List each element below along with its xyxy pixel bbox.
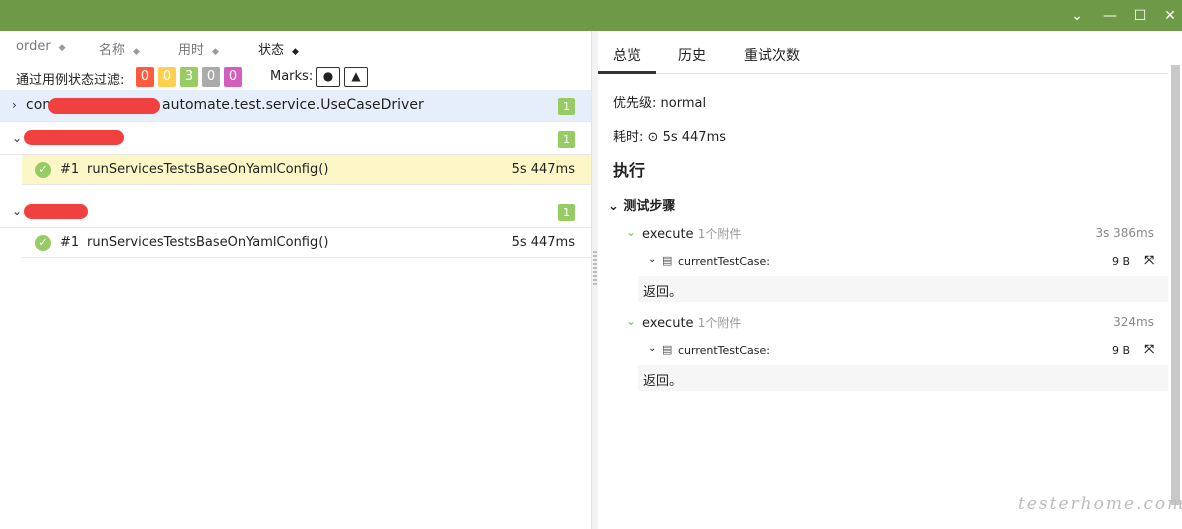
group-name: automate.test.service.UseCaseDriver [162,97,424,113]
count-badge: 1 [558,98,575,115]
filter-failed-chip[interactable]: 0 [136,67,154,87]
maximize-icon[interactable]: ☐ [1129,5,1151,27]
passed-check-icon: ✓ [35,162,51,178]
steps-header[interactable]: ⌄ 测试步骤 [608,195,675,214]
priority-text: 优先级: normal [613,96,707,111]
count-badge: 1 [558,131,575,148]
step-name: execute [642,227,694,242]
filter-unknown-chip[interactable]: 0 [224,67,242,87]
close-icon[interactable]: ✕ [1159,5,1181,27]
test-case-row[interactable]: ✓ #1 runServicesTestsBaseOnYamlConfig() … [22,228,591,258]
sort-order[interactable]: order ◆ [16,39,66,54]
attachment-row[interactable]: ⌄ ▤ currentTestCase: 9 B ⤧ [648,340,1158,362]
test-case-row[interactable]: ✓ #1 runServicesTestsBaseOnYamlConfig() … [22,155,591,185]
step-duration: 324ms [1113,315,1154,329]
chevron-down-icon: ⌄ [608,199,624,214]
splitter-grip-icon[interactable] [593,251,597,285]
chevron-down-icon[interactable]: ⌄ [1066,5,1088,27]
filter-broken-chip[interactable]: 0 [158,67,176,87]
sort-arrows-icon: ◆ [58,43,66,53]
chevron-down-icon: ⌄ [12,131,23,145]
redaction-mark [48,98,160,114]
step-duration: 3s 386ms [1095,226,1154,240]
attachment-size: 9 B [1111,344,1130,357]
expand-icon[interactable]: ⤧ [1144,253,1154,268]
section-title: 执行 [613,161,646,180]
tab-overview[interactable]: 总览 [598,45,656,74]
chevron-down-icon: ⌄ [648,343,657,354]
attachment-count: 1个附件 [697,316,742,330]
marks-label: Marks: [270,69,314,84]
duration-info: 耗时: ⊙ 5s 447ms [613,126,726,145]
expand-icon[interactable]: ⤧ [1144,342,1154,357]
warning-icon[interactable]: ▲ [344,67,368,87]
chevron-right-icon: › [12,98,17,112]
sort-status[interactable]: 状态 ◆ [258,39,299,58]
chevron-down-icon: ⌄ [626,314,637,328]
step-row[interactable]: ⌄ execute 1个附件 324ms [626,312,1158,334]
case-name: runServicesTestsBaseOnYamlConfig() [87,162,329,177]
filter-skipped-chip[interactable]: 0 [202,67,220,87]
attachment-name: currentTestCase: [678,255,770,268]
attachment-count: 1个附件 [697,227,742,241]
case-name: runServicesTestsBaseOnYamlConfig() [87,235,329,250]
attachment-size: 9 B [1111,255,1130,268]
case-duration: 5s 447ms [511,235,575,250]
chevron-down-icon: ⌄ [648,254,657,265]
file-icon: ▤ [662,254,673,267]
sort-arrows-icon: ◆ [212,47,219,57]
minimize-icon[interactable]: — [1099,5,1121,27]
steps-header-label: 测试步骤 [623,199,676,214]
case-duration: 5s 447ms [511,162,575,177]
sort-duration[interactable]: 用时 ◆ [178,39,219,58]
group-row[interactable]: › com automate.test.service.UseCaseDrive… [0,90,591,122]
attachment-content: 返回。 [638,276,1168,302]
sort-label: 状态 [258,43,285,58]
group-row[interactable]: ⌄ 1 [0,196,591,228]
duration-label: 耗时: [613,130,644,145]
sort-label: 名称 [99,43,126,58]
watermark: testerhome.com [1018,494,1182,514]
step-name: execute [642,316,694,331]
file-icon: ▤ [662,343,673,356]
test-tree-panel: order ◆ 名称 ◆ 用时 ◆ 状态 ◆ 通过用例状态过滤: 0 0 3 0 0 M… [0,31,592,529]
flaky-bomb-icon[interactable]: ● [316,67,340,87]
attachment-content: 返回。 [638,365,1168,391]
chevron-down-icon: ⌄ [12,204,23,218]
title-bar: ⌄ — ☐ ✕ [0,0,1182,31]
sort-arrows-icon: ◆ [133,47,140,57]
count-badge: 1 [558,204,575,221]
redaction-mark [24,130,124,145]
chevron-down-icon: ⌄ [626,225,637,239]
sort-bar: order ◆ 名称 ◆ 用时 ◆ 状态 ◆ [0,39,592,59]
tab-retries[interactable]: 重试次数 [744,45,800,74]
duration-value: 5s 447ms [662,130,727,145]
filter-passed-chip[interactable]: 3 [180,67,198,87]
attachment-row[interactable]: ⌄ ▤ currentTestCase: 9 B ⤧ [648,251,1158,273]
filter-label: 通过用例状态过滤: [16,73,125,88]
tab-history[interactable]: 历史 [678,45,706,74]
step-row[interactable]: ⌄ execute 1个附件 3s 386ms [626,223,1158,245]
detail-tabs: 总览 历史 重试次数 [598,41,1168,74]
case-number: #1 [60,235,80,250]
vertical-scrollbar[interactable] [1171,65,1180,505]
sort-label: order [16,39,51,54]
sort-name[interactable]: 名称 ◆ [99,39,140,58]
detail-panel: 总览 历史 重试次数 优先级: normal 耗时: ⊙ 5s 447ms 执行… [598,31,1182,529]
sort-arrows-icon: ◆ [292,47,299,57]
case-number: #1 [60,162,80,177]
passed-check-icon: ✓ [35,235,51,251]
sort-label: 用时 [178,43,205,58]
redaction-mark [24,204,88,219]
clock-icon: ⊙ [647,130,659,145]
attachment-name: currentTestCase: [678,344,770,357]
group-row[interactable]: ⌄ 1 [0,123,591,155]
